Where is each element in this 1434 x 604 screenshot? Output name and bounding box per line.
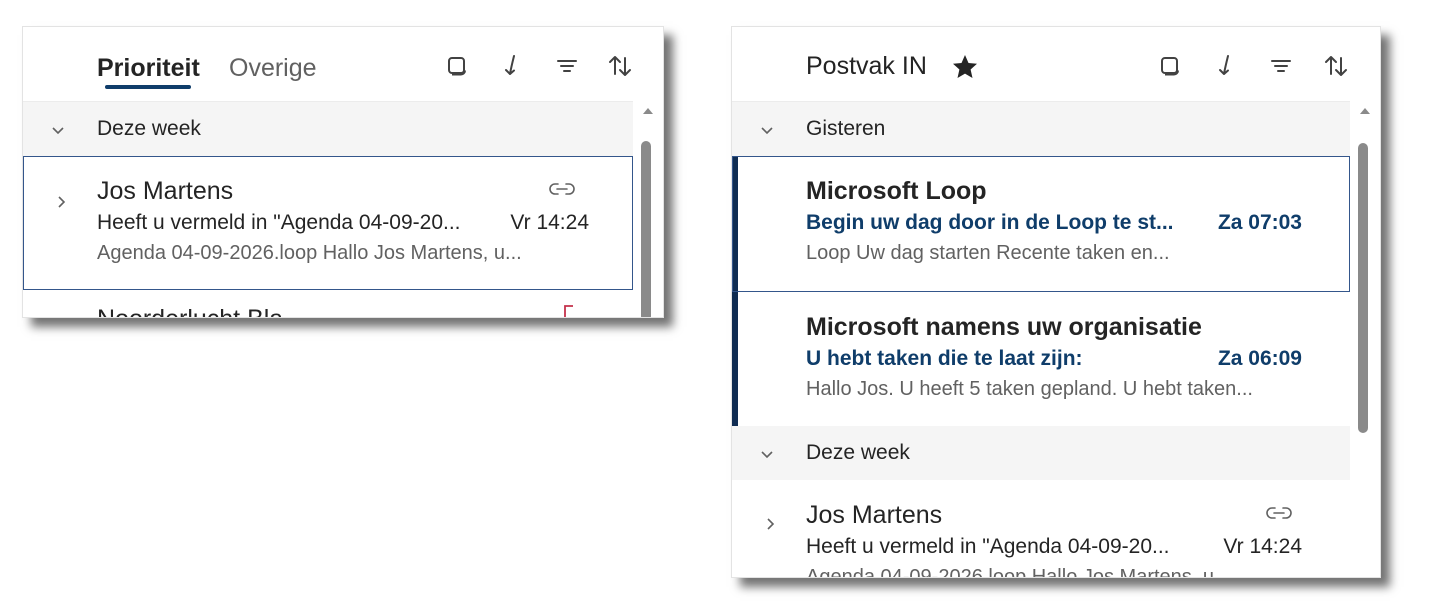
message-sender: Microsoft namens uw organisatie [806,313,1202,341]
filter-icon[interactable] [1267,52,1295,80]
right-message-list-panel: Postvak IN Gisteren Microsoft Loop Begin… [731,26,1381,578]
sort-icon[interactable] [1322,52,1350,80]
star-icon[interactable] [950,52,980,82]
scrollbar[interactable] [1350,101,1380,577]
tab-other[interactable]: Overige [229,53,317,83]
jump-to-icon[interactable] [498,52,526,80]
select-mode-icon[interactable] [1156,52,1184,80]
message-sender: Noorderlucht Bla... [97,304,304,317]
chevron-down-icon[interactable] [758,445,776,463]
jump-to-icon[interactable] [1212,52,1240,80]
chevron-right-icon[interactable] [53,194,69,210]
group-label: Deze week [97,117,201,140]
message-date: Za 06:09 [1217,347,1302,370]
unread-indicator [732,292,738,426]
sort-icon[interactable] [606,52,634,80]
group-header-gisteren[interactable]: Gisteren [732,102,1380,156]
message-row[interactable]: Jos Martens Heeft u vermeld in "Agenda 0… [23,156,663,290]
message-subject: U hebt taken die te laat zijn: [806,347,1083,370]
message-row[interactable]: Microsoft namens uw organisatie U hebt t… [732,292,1380,426]
group-header-deze-week[interactable]: Deze week [23,102,663,156]
scroll-up-arrow-icon[interactable] [643,107,653,115]
unread-indicator [732,156,738,292]
scrollbar[interactable] [633,101,663,317]
group-label: Gisteren [806,117,886,140]
active-tab-indicator [105,85,191,89]
message-subject: Heeft u vermeld in "Agenda 04-09-20... [806,535,1170,558]
scroll-up-arrow-icon[interactable] [1360,107,1370,115]
group-label: Deze week [806,441,910,464]
link-icon [549,183,575,195]
message-sender: Jos Martens [97,177,234,205]
message-sender: Jos Martens [806,501,943,529]
flag-icon [564,305,573,317]
scrollbar-thumb[interactable] [641,141,651,317]
message-subject: Begin uw dag door in de Loop te st... [806,211,1174,234]
message-date: Vr 14:24 [1223,535,1302,558]
group-header-deze-week[interactable]: Deze week [732,426,1380,480]
message-preview: Hallo Jos. U heeft 5 taken gepland. U he… [806,378,1253,400]
message-date: Za 07:03 [1217,211,1302,234]
message-row-partial[interactable]: Noorderlucht Bla... [23,290,663,317]
chevron-down-icon[interactable] [758,121,776,139]
message-preview: Agenda 04-09-2026.loop Hallo Jos Martens… [97,242,522,264]
scrollbar-thumb[interactable] [1358,143,1368,433]
message-row[interactable]: Microsoft Loop Begin uw dag door in de L… [732,156,1380,292]
left-message-list-panel: Prioriteit Overige Deze week Jos Martens… [22,26,664,318]
message-sender: Microsoft Loop [806,177,987,205]
folder-title: Postvak IN [806,52,927,80]
link-icon [1266,507,1292,519]
message-preview: Loop Uw dag starten Recente taken en... [806,242,1170,264]
chevron-right-icon[interactable] [762,516,778,532]
filter-icon[interactable] [553,52,581,80]
message-date: Vr 14:24 [510,211,589,234]
chevron-down-icon[interactable] [49,121,67,139]
message-list-header: Postvak IN [732,27,1380,102]
message-preview: Agenda 04-09-2026.loop Hallo Jos Martens… [806,566,1231,578]
message-row[interactable]: Jos Martens Heeft u vermeld in "Agenda 0… [732,480,1380,578]
tab-focused[interactable]: Prioriteit [97,53,200,83]
message-list-header: Prioriteit Overige [23,27,663,102]
message-subject: Heeft u vermeld in "Agenda 04-09-20... [97,211,461,234]
select-mode-icon[interactable] [443,52,471,80]
